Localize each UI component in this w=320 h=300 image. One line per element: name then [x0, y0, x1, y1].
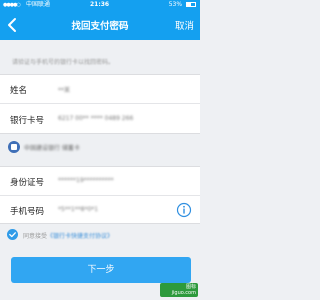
- watermark-logo: 图标 jiguo.com: [160, 283, 198, 297]
- clock: 21:36: [90, 1, 110, 8]
- info-icon[interactable]: [176, 202, 192, 218]
- battery-percent: 53%: [168, 1, 183, 8]
- signal-icon: ●●●●○: [3, 2, 21, 8]
- battery-icon: [186, 1, 196, 7]
- name-label: 姓名: [10, 86, 28, 96]
- status-bar: ●●●●○ 中国联通 21:36 53%: [0, 0, 200, 10]
- cancel-button[interactable]: 取消: [175, 18, 194, 32]
- card-number-row[interactable]: 银行卡号 6217 00** **** 0489 266: [0, 105, 200, 134]
- instruction-text: 请验证与手机号的银行卡以找回密码。: [12, 59, 115, 66]
- agreement-prefix: 同意接受: [23, 233, 48, 240]
- watermark-line2: jiguo.com: [171, 290, 196, 296]
- phone-row[interactable]: 手机号码 *5**1**8*0*1: [0, 196, 200, 225]
- bank-logo-icon: [8, 141, 20, 153]
- nav-bar: 找回支付密码 取消: [0, 10, 200, 40]
- next-button[interactable]: 下一步: [11, 257, 191, 283]
- carrier-name: 中国联通: [26, 1, 51, 8]
- check-icon[interactable]: [7, 229, 18, 240]
- name-row[interactable]: 姓名 **某: [0, 75, 200, 104]
- battery-indicator: 53%: [169, 0, 196, 10]
- name-field[interactable]: **某: [58, 85, 70, 94]
- agreement-text: 同意接受《银行卡快捷支付协议》: [23, 231, 113, 240]
- bank-info: 中国建设银行 储蓄卡: [8, 140, 158, 154]
- bank-name: 中国建设银行 储蓄卡: [24, 145, 80, 152]
- battery-fill: [187, 2, 192, 6]
- card-info-group: 姓名 **某 银行卡号 6217 00** **** 0489 266: [0, 74, 200, 134]
- phone-label: 手机号码: [10, 207, 45, 217]
- id-number-field[interactable]: ******19**********: [58, 177, 114, 184]
- page-title: 找回支付密码: [71, 21, 129, 32]
- phone-field[interactable]: *5**1**8*0*1: [58, 206, 98, 213]
- id-number-label: 身份证号: [10, 178, 45, 188]
- id-number-row[interactable]: 身份证号 ******19**********: [0, 167, 200, 196]
- agreement: 同意接受《银行卡快捷支付协议》: [7, 228, 167, 242]
- agreement-link[interactable]: 《银行卡快捷支付协议》: [47, 233, 113, 240]
- card-number-label: 银行卡号: [10, 116, 45, 126]
- identity-group: 身份证号 ******19********** 手机号码 *5**1**8*0*…: [0, 166, 200, 224]
- card-number-field[interactable]: 6217 00** **** 0489 266: [58, 115, 133, 122]
